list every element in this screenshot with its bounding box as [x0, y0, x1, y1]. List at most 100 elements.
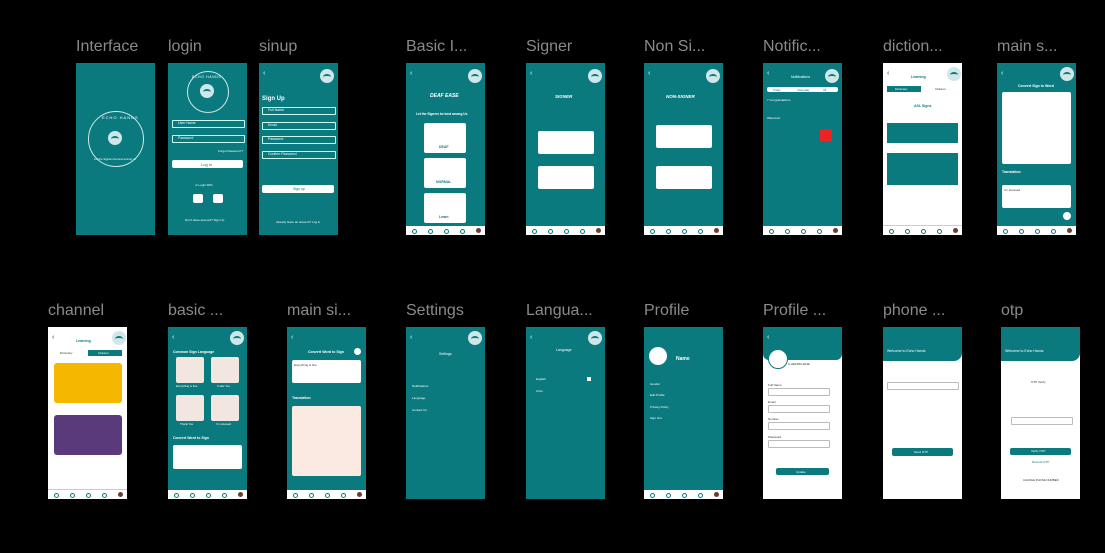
avatar-icon[interactable]: [953, 228, 958, 233]
forgot-password-link[interactable]: Forgot Password ?: [218, 149, 243, 153]
bell-icon[interactable]: [564, 229, 569, 234]
back-icon[interactable]: ‹: [410, 334, 412, 341]
settings-icon[interactable]: [937, 229, 942, 234]
home-icon[interactable]: [174, 493, 179, 498]
language-urdu[interactable]: Urdu: [536, 389, 543, 393]
otp-input[interactable]: [1011, 417, 1073, 425]
history-icon[interactable]: [548, 229, 553, 234]
text-to-sign-card[interactable]: [656, 125, 712, 148]
bell-icon[interactable]: [206, 493, 211, 498]
back-icon[interactable]: ‹: [1001, 70, 1003, 77]
bell-icon[interactable]: [921, 229, 926, 234]
settings-icon[interactable]: [341, 493, 346, 498]
back-icon[interactable]: ‹: [410, 70, 412, 77]
sign-card-4[interactable]: [211, 395, 239, 421]
history-icon[interactable]: [666, 229, 671, 234]
back-icon[interactable]: ‹: [767, 334, 769, 341]
tab-channel-label[interactable]: Channel: [935, 87, 945, 91]
profile-signout[interactable]: Sign Out: [650, 416, 662, 420]
profile-privacy[interactable]: Privacy Policy: [650, 405, 669, 409]
home-icon[interactable]: [54, 493, 59, 498]
home-icon[interactable]: [769, 229, 774, 234]
phone-field[interactable]: [887, 382, 959, 390]
back-icon[interactable]: ‹: [530, 334, 532, 341]
video-thumbnail-2[interactable]: [54, 415, 122, 455]
home-icon[interactable]: [650, 229, 655, 234]
avatar-icon[interactable]: [714, 492, 719, 497]
signup-prompt[interactable]: Don't Have account? Sign Up: [185, 218, 224, 222]
back-icon[interactable]: ‹: [291, 334, 293, 341]
speaker-icon[interactable]: [1063, 212, 1071, 220]
back-icon[interactable]: ‹: [767, 70, 769, 77]
sign-to-text-card[interactable]: [538, 131, 594, 154]
asl-alphabet-card[interactable]: [887, 123, 958, 143]
tab-yesterday[interactable]: Yesterday: [797, 88, 809, 92]
settings-icon[interactable]: [222, 493, 227, 498]
avatar-icon[interactable]: [596, 228, 601, 233]
history-icon[interactable]: [666, 493, 671, 498]
bell-icon[interactable]: [1035, 229, 1040, 234]
history-icon[interactable]: [1019, 229, 1024, 234]
home-icon[interactable]: [293, 493, 298, 498]
avatar-icon[interactable]: [118, 492, 123, 497]
notif-item-1[interactable]: 7 Congratulations: [767, 98, 791, 102]
bell-icon[interactable]: [325, 493, 330, 498]
avatar-icon[interactable]: [1067, 228, 1072, 233]
resend-otp-link[interactable]: Resend OTP: [1032, 460, 1049, 464]
asl-alphabet-card-2[interactable]: [887, 153, 958, 185]
checkbox-english[interactable]: [587, 377, 591, 381]
history-icon[interactable]: [428, 229, 433, 234]
tab-all[interactable]: All: [823, 88, 826, 92]
history-icon[interactable]: [905, 229, 910, 234]
google-button[interactable]: [193, 194, 203, 203]
history-icon[interactable]: [190, 493, 195, 498]
word-input[interactable]: [173, 445, 242, 469]
speech-to-sign-card[interactable]: [656, 166, 712, 189]
mic-icon[interactable]: [354, 348, 361, 355]
email-field[interactable]: [768, 405, 830, 413]
avatar-icon[interactable]: [238, 492, 243, 497]
home-icon[interactable]: [412, 229, 417, 234]
settings-contact[interactable]: Contact Us: [412, 408, 427, 412]
settings-icon[interactable]: [817, 229, 822, 234]
password-field[interactable]: [768, 440, 830, 448]
settings-icon[interactable]: [102, 493, 107, 498]
sign-to-speech-card[interactable]: [538, 166, 594, 189]
delete-button[interactable]: [820, 129, 832, 141]
avatar-icon[interactable]: [833, 228, 838, 233]
avatar-icon[interactable]: [476, 228, 481, 233]
language-english[interactable]: English: [536, 377, 546, 381]
home-icon[interactable]: [1003, 229, 1008, 234]
back-icon[interactable]: ‹: [648, 70, 650, 77]
avatar[interactable]: [768, 349, 788, 369]
history-icon[interactable]: [309, 493, 314, 498]
bell-icon[interactable]: [86, 493, 91, 498]
login-prompt[interactable]: Already Have an account? Log in: [276, 220, 320, 224]
home-icon[interactable]: [532, 229, 537, 234]
avatar-icon[interactable]: [714, 228, 719, 233]
settings-icon[interactable]: [698, 493, 703, 498]
bell-icon[interactable]: [801, 229, 806, 234]
avatar-icon[interactable]: [357, 492, 362, 497]
settings-icon[interactable]: [460, 229, 465, 234]
settings-icon[interactable]: [580, 229, 585, 234]
home-icon[interactable]: [889, 229, 894, 234]
profile-edit[interactable]: Edit Profile: [650, 393, 665, 397]
settings-icon[interactable]: [698, 229, 703, 234]
back-icon[interactable]: ‹: [52, 334, 54, 341]
bell-icon[interactable]: [682, 493, 687, 498]
facebook-button[interactable]: [213, 194, 223, 203]
bell-icon[interactable]: [444, 229, 449, 234]
tab-today[interactable]: Today: [773, 88, 780, 92]
fullname-field[interactable]: [768, 388, 830, 396]
bell-icon[interactable]: [682, 229, 687, 234]
sign-card-2[interactable]: [211, 357, 239, 383]
home-icon[interactable]: [650, 493, 655, 498]
back-icon[interactable]: ‹: [530, 70, 532, 77]
notif-item-2[interactable]: Welcome!: [767, 116, 780, 120]
back-icon[interactable]: ‹: [172, 334, 174, 341]
history-icon[interactable]: [785, 229, 790, 234]
sign-card-3[interactable]: [176, 395, 204, 421]
back-icon[interactable]: ‹: [263, 70, 265, 77]
back-icon[interactable]: ‹: [887, 70, 889, 77]
